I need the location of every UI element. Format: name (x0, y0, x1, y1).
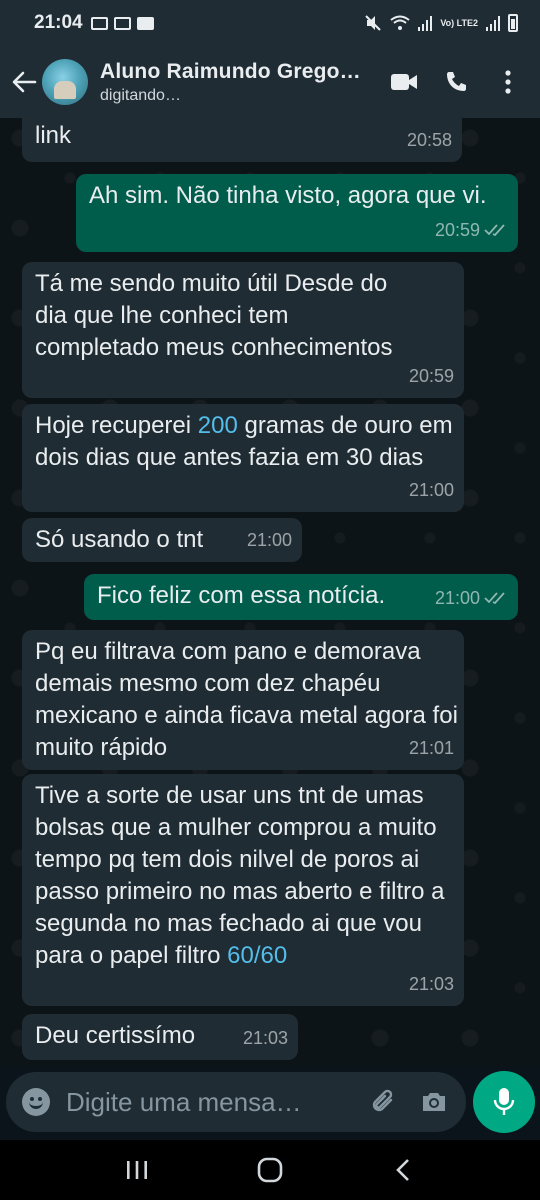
message-bubble-incoming[interactable]: Tive a sorte de usar uns tnt de umas bol… (22, 774, 464, 1006)
read-receipt-icon (484, 592, 505, 605)
battery-icon (508, 14, 518, 32)
system-nav-bar (0, 1140, 540, 1200)
back-arrow-icon[interactable] (6, 64, 42, 100)
notification-icons (90, 16, 154, 30)
message-time: 21:00 (434, 588, 480, 608)
emoji-icon[interactable] (22, 1088, 50, 1116)
back-icon[interactable] (373, 1145, 433, 1195)
message-text: Só usando o tnt (35, 526, 204, 553)
contact-status: digitando… (100, 86, 181, 104)
message-text: Deu certissímo (35, 1022, 196, 1049)
message-list[interactable]: link 20:58 Ah sim. Não tinha visto, agor… (0, 118, 540, 1066)
message-bubble-incoming[interactable]: Tá me sendo muito útil Desde do dia que … (22, 262, 464, 398)
status-time: 21:04 (34, 12, 83, 33)
contact-name: Aluno Raimundo Grego… (100, 59, 361, 83)
message-bubble-incoming[interactable]: Hoje recuperei 200 gramas de ouro em doi… (22, 404, 464, 512)
message-time: 20:59 (434, 220, 480, 240)
message-link[interactable]: 60/60 (227, 942, 287, 969)
message-link[interactable]: 200 (198, 412, 238, 439)
message-composer: Digite uma mensa… (6, 1072, 466, 1132)
message-text: Ah sim. Não tinha visto, agora que vi. (89, 182, 487, 209)
system-icons: Vo) LTE2 (364, 14, 518, 32)
status-bar: 21:04 Vo) LTE2 (0, 0, 540, 46)
message-time: 21:00 (408, 480, 454, 500)
signal-icon (418, 16, 433, 31)
message-time: 21:00 (246, 530, 292, 550)
message-text: Fico feliz com essa notícia. (97, 582, 386, 609)
mic-button[interactable] (473, 1071, 535, 1133)
read-receipt-icon (484, 224, 505, 237)
message-input[interactable]: Digite uma mensa… (66, 1087, 352, 1118)
message-time: 20:58 (406, 130, 452, 150)
message-time: 21:03 (408, 974, 454, 994)
mic-icon (493, 1088, 515, 1115)
message-time: 21:03 (242, 1028, 288, 1048)
attach-icon[interactable] (366, 1084, 402, 1120)
message-bubble-incoming[interactable]: Pq eu filtrava com pano e demorava demai… (22, 630, 464, 770)
contact-avatar[interactable] (42, 59, 88, 105)
screen-icon (113, 16, 131, 30)
message-time: 20:59 (408, 366, 454, 386)
message-time: 21:01 (408, 738, 454, 758)
home-icon[interactable] (240, 1145, 300, 1195)
wifi-icon (390, 15, 410, 30)
voice-call-icon[interactable] (436, 62, 476, 102)
message-bubble-incoming[interactable]: Só usando o tnt 21:00 (22, 518, 302, 562)
contact-info[interactable]: Aluno Raimundo Grego… digitando… (100, 60, 384, 105)
camera-icon[interactable] (416, 1084, 452, 1120)
mute-icon (365, 15, 382, 31)
message-text: link (35, 122, 72, 149)
message-text: Tive a sorte de usar uns tnt de umas bol… (35, 782, 452, 969)
message-bubble-incoming[interactable]: link 20:58 (22, 118, 462, 162)
message-text: Tá me sendo muito útil Desde do dia que … (35, 270, 394, 361)
recents-icon[interactable] (107, 1145, 167, 1195)
message-bubble-outgoing[interactable]: Ah sim. Não tinha visto, agora que vi. 2… (76, 174, 518, 252)
gallery-icon (136, 16, 154, 30)
video-call-icon[interactable] (384, 62, 424, 102)
message-text: Hoje recuperei 200 gramas de ouro em doi… (35, 412, 460, 471)
network-label: Vo) LTE2 (440, 17, 478, 28)
signal-icon-2 (486, 16, 500, 31)
more-options-icon[interactable] (488, 62, 528, 102)
message-text: Pq eu filtrava com pano e demorava demai… (35, 638, 465, 761)
message-bubble-outgoing[interactable]: Fico feliz com essa notícia. 21:00 (84, 574, 518, 620)
message-bubble-incoming[interactable]: Deu certissímo 21:03 (22, 1014, 298, 1060)
chat-header: Aluno Raimundo Grego… digitando… (0, 46, 540, 118)
notification-icon (90, 16, 108, 30)
